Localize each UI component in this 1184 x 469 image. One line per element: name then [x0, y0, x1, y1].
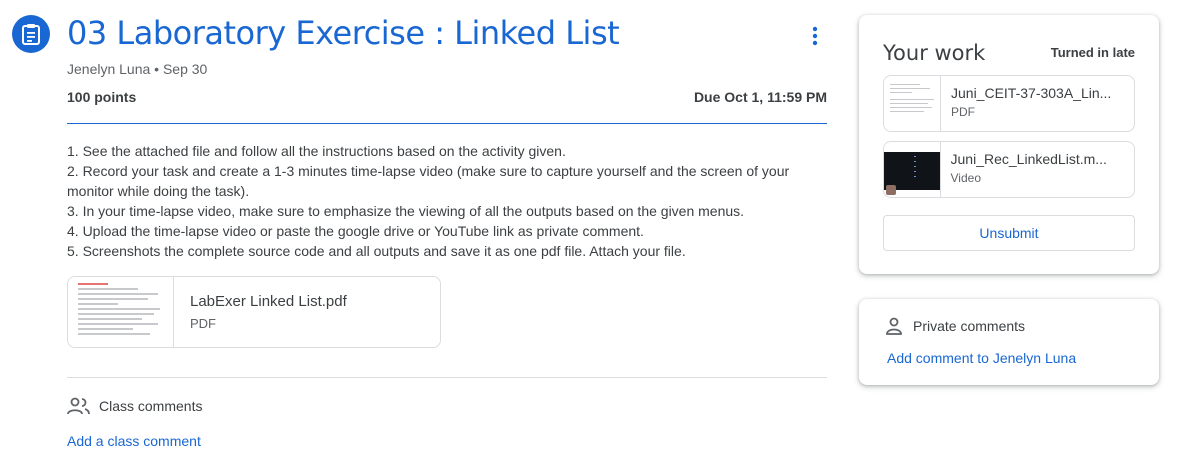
assignment-instructions: 1. See the attached file and follow all …: [67, 141, 827, 261]
instruction-line: 2. Record your task and create a 1-3 min…: [67, 163, 790, 199]
unsubmit-button[interactable]: Unsubmit: [883, 215, 1135, 251]
private-comments-header: Private comments: [885, 317, 1025, 335]
assignment-icon: [12, 15, 50, 53]
add-class-comment-link[interactable]: Add a class comment: [67, 433, 201, 449]
instruction-line: 3. In your time-lapse video, make sure t…: [67, 203, 745, 219]
file-type: PDF: [951, 105, 975, 119]
more-vert-icon: [812, 26, 818, 46]
submitted-file-video[interactable]: Juni_Rec_LinkedList.m... Video: [883, 141, 1135, 198]
add-private-comment-link[interactable]: Add comment to Jenelyn Luna: [887, 350, 1076, 366]
video-thumbnail: [884, 142, 941, 197]
more-options-button[interactable]: [801, 22, 829, 50]
file-name: Juni_Rec_LinkedList.m...: [950, 151, 1107, 167]
person-icon: [886, 317, 902, 335]
file-name: Juni_CEIT-37-303A_Lin...: [951, 85, 1112, 101]
class-comments-header: Class comments: [67, 396, 202, 416]
instruction-line: 5. Screenshots the complete source code …: [67, 243, 686, 259]
private-comments-label: Private comments: [913, 318, 1026, 334]
submitted-file-pdf[interactable]: Juni_CEIT-37-303A_Lin... PDF: [883, 75, 1135, 132]
header-divider: [67, 123, 827, 124]
attachment-card[interactable]: LabExer Linked List.pdf PDF: [67, 276, 441, 348]
attachment-name: LabExer Linked List.pdf: [190, 293, 347, 310]
your-work-title: Your work: [883, 41, 986, 65]
file-type: Video: [950, 171, 981, 185]
assignment-points: 100 points: [67, 89, 137, 105]
pdf-thumbnail: [68, 277, 174, 347]
instruction-line: 4. Upload the time-lapse video or paste …: [67, 223, 644, 239]
submission-status: Turned in late: [1050, 45, 1135, 60]
comments-divider: [67, 377, 827, 378]
your-work-card: Your work Turned in late Juni_CEIT-37-30…: [859, 15, 1159, 274]
class-comments-label: Class comments: [99, 398, 203, 414]
instruction-line: 1. See the attached file and follow all …: [67, 143, 566, 159]
assignment-due-date: Due Oct 1, 11:59 PM: [693, 89, 827, 105]
private-comments-card: Private comments Add comment to Jenelyn …: [859, 299, 1159, 385]
people-icon: [67, 397, 90, 415]
attachment-type: PDF: [190, 316, 216, 331]
pdf-thumbnail: [884, 76, 941, 131]
assignment-byline: Jenelyn Luna • Sep 30: [67, 61, 208, 77]
assignment-title: 03 Laboratory Exercise : Linked List: [67, 14, 620, 52]
